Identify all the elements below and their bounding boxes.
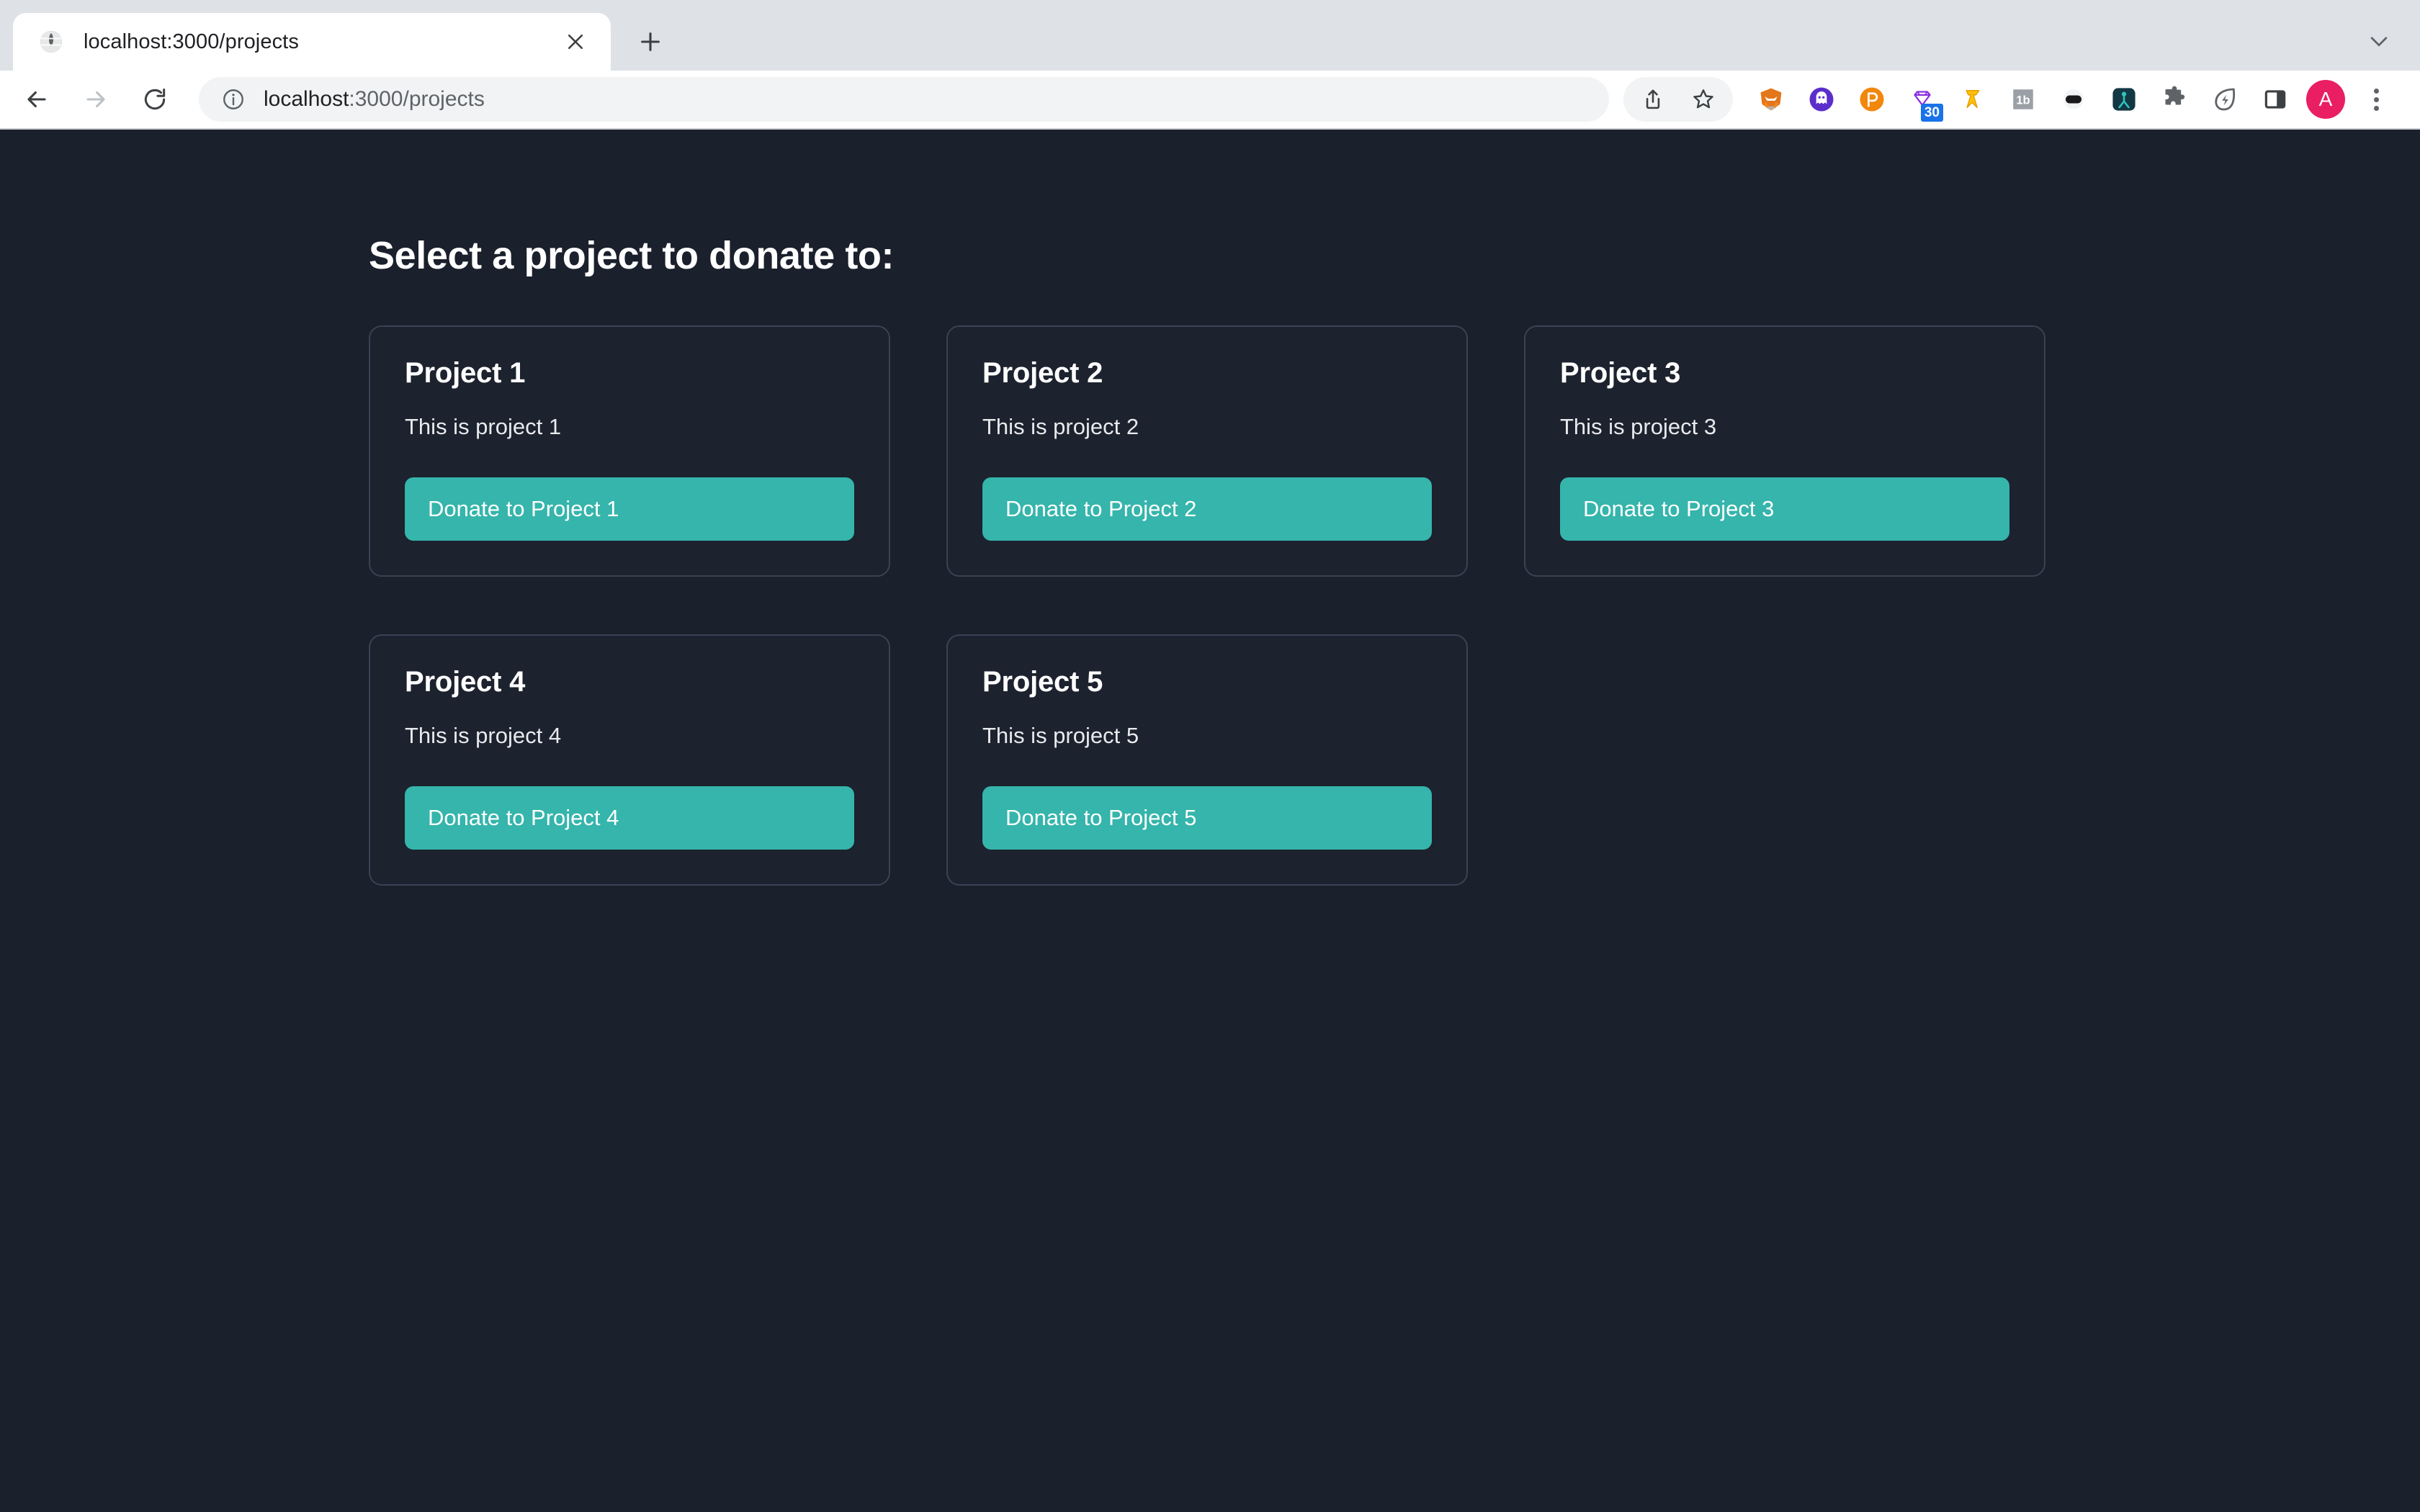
new-tab-button[interactable] (628, 19, 673, 64)
bookmark-star-icon[interactable] (1681, 77, 1726, 122)
project-title: Project 4 (405, 666, 526, 698)
project-title: Project 5 (982, 666, 1103, 698)
reload-button[interactable] (130, 74, 180, 125)
url-host: localhost (264, 87, 349, 111)
project-card: Project 3 This is project 3 Donate to Pr… (1524, 325, 2045, 577)
project-card: Project 1 This is project 1 Donate to Pr… (369, 325, 890, 577)
share-icon[interactable] (1631, 77, 1675, 122)
project-title: Project 2 (982, 357, 1103, 389)
project-description: This is project 1 (405, 414, 562, 439)
diamond-extension-icon[interactable]: 30 (1900, 77, 1945, 122)
extensions-puzzle-icon[interactable] (2152, 77, 2197, 122)
share-bookmark-pill (1623, 77, 1733, 122)
project-title: Project 1 (405, 357, 526, 389)
info-circle-icon[interactable] (219, 85, 248, 114)
svg-text:1b: 1b (2016, 94, 2030, 107)
browser-tab-active[interactable]: localhost:3000/projects (13, 13, 611, 71)
chrome-menu-button[interactable] (2354, 77, 2398, 122)
address-bar[interactable]: localhost:3000/projects (199, 77, 1609, 122)
forward-button[interactable] (71, 74, 121, 125)
projects-page: Select a project to donate to: Project 1… (0, 130, 2420, 886)
donate-button[interactable]: Donate to Project 2 (982, 477, 1432, 541)
browser-toolbar: localhost:3000/projects 30 1b A (0, 71, 2420, 130)
project-description: This is project 4 (405, 723, 562, 748)
project-description: This is project 3 (1560, 414, 1717, 439)
page-viewport: Select a project to donate to: Project 1… (0, 130, 2420, 1512)
project-description: This is project 5 (982, 723, 1139, 748)
tubebuddy-extension-icon[interactable]: 1b (2001, 77, 2045, 122)
project-title: Project 3 (1560, 357, 1681, 389)
globe-icon (37, 28, 65, 55)
side-panel-icon[interactable] (2253, 77, 2298, 122)
close-icon[interactable] (559, 25, 592, 58)
dark-oval-extension-icon[interactable] (2051, 77, 2096, 122)
browser-window: localhost:3000/projects localhost:3000/p… (0, 0, 2420, 1512)
donate-button[interactable]: Donate to Project 3 (1560, 477, 2009, 541)
project-card: Project 4 This is project 4 Donate to Pr… (369, 634, 890, 886)
url-path: :3000/projects (349, 87, 485, 111)
gold-tool-extension-icon[interactable] (1950, 77, 1995, 122)
avatar[interactable]: A (2303, 77, 2348, 122)
donate-button[interactable]: Donate to Project 4 (405, 786, 854, 850)
profile-avatar-initial: A (2306, 80, 2345, 119)
ghost-extension-icon[interactable] (1799, 77, 1844, 122)
donate-button[interactable]: Donate to Project 5 (982, 786, 1432, 850)
diamond-badge-count: 30 (1920, 104, 1943, 122)
project-card-grid: Project 1 This is project 1 Donate to Pr… (369, 325, 2112, 886)
metamask-extension-icon[interactable] (1749, 77, 1793, 122)
tab-title: localhost:3000/projects (84, 30, 299, 53)
toolbar-icon-group: 30 1b A (1623, 77, 2401, 122)
tab-strip: localhost:3000/projects (0, 0, 2420, 71)
donate-button[interactable]: Donate to Project 1 (405, 477, 854, 541)
leaf-bolt-extension-icon[interactable] (2202, 77, 2247, 122)
back-button[interactable] (12, 74, 62, 125)
polkadot-extension-icon[interactable] (1850, 77, 1894, 122)
teal-figure-extension-icon[interactable] (2102, 77, 2146, 122)
address-bar-url: localhost:3000/projects (264, 87, 1589, 112)
page-title: Select a project to donate to: (369, 234, 895, 277)
project-card: Project 5 This is project 5 Donate to Pr… (946, 634, 1468, 886)
kebab-menu-icon (2373, 88, 2379, 111)
chevron-down-icon[interactable] (2354, 16, 2404, 66)
project-description: This is project 2 (982, 414, 1139, 439)
project-card: Project 2 This is project 2 Donate to Pr… (946, 325, 1468, 577)
